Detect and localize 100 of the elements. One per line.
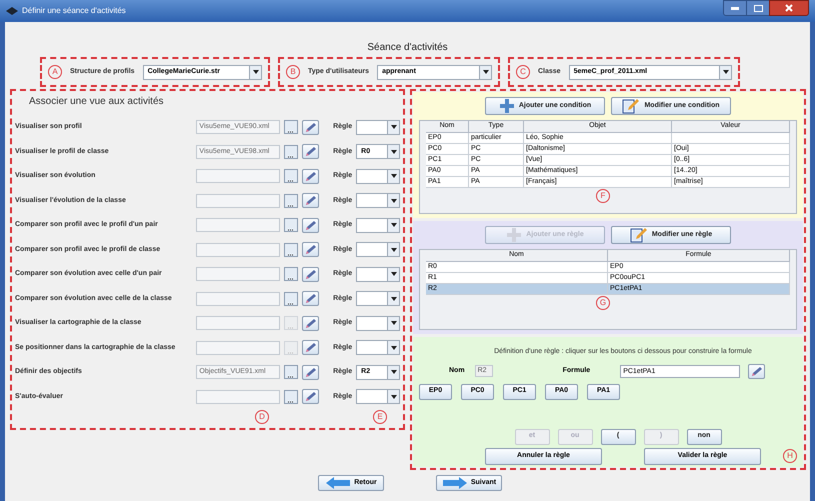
dropdown[interactable] <box>356 389 400 404</box>
edit-button[interactable] <box>748 364 766 378</box>
ellipsis-icon <box>288 376 294 378</box>
right-arrow-icon <box>442 477 468 489</box>
edit-button[interactable] <box>302 168 320 184</box>
plus-icon <box>506 227 522 243</box>
ellipsis-icon <box>288 156 294 158</box>
pencil-icon <box>304 146 318 158</box>
notepad-pencil-icon <box>630 227 648 243</box>
file-field[interactable] <box>196 340 280 355</box>
dropdown-arrow-icon <box>390 296 396 301</box>
file-field[interactable] <box>196 242 280 257</box>
dropdown-arrow-icon <box>390 272 396 276</box>
file-field[interactable] <box>196 390 280 404</box>
dropdown[interactable] <box>356 316 400 331</box>
dropdown-arrow-icon <box>390 223 396 228</box>
ellipsis-icon <box>288 278 294 280</box>
browse-button[interactable] <box>284 218 298 232</box>
edit-button[interactable] <box>302 316 320 331</box>
dropdown[interactable] <box>356 266 400 282</box>
dropdown-arrow-icon <box>390 198 396 203</box>
browse-button[interactable] <box>284 144 298 159</box>
dropdown-arrow-icon <box>390 174 396 178</box>
maximize-button[interactable] <box>747 0 769 16</box>
dropdown-arrow-icon <box>390 321 396 326</box>
close-button[interactable] <box>769 0 809 16</box>
dropdown-arrow-icon <box>482 70 488 74</box>
pencil-icon <box>304 170 318 182</box>
section-marker: D <box>255 410 269 424</box>
dropdown[interactable] <box>356 168 400 184</box>
edit-button[interactable] <box>302 120 320 135</box>
dropdown[interactable] <box>356 218 400 233</box>
pencil-icon <box>304 220 318 231</box>
browse-button[interactable] <box>284 120 298 134</box>
section-marker: G <box>596 296 610 310</box>
pencil-icon <box>304 342 318 354</box>
ellipsis-icon <box>288 327 294 330</box>
close-icon <box>785 4 793 12</box>
pencil-icon <box>750 366 764 376</box>
dropdown[interactable] <box>356 242 400 258</box>
pencil-icon <box>304 122 318 133</box>
left-arrow-icon <box>325 477 352 489</box>
notepad-pencil-icon <box>622 98 640 114</box>
browse-button[interactable] <box>284 365 298 380</box>
browse-button[interactable] <box>284 169 298 184</box>
maximize-icon <box>754 4 762 12</box>
window-title: Définir une séance d'activités <box>22 5 126 17</box>
dropdown[interactable] <box>356 120 400 135</box>
pencil-icon <box>304 391 318 402</box>
section-marker: E <box>373 410 387 424</box>
minimize-icon <box>731 6 739 10</box>
dropdown-arrow-icon <box>390 394 396 399</box>
browse-button[interactable] <box>284 292 298 306</box>
file-field[interactable] <box>196 169 280 184</box>
browse-button[interactable] <box>284 390 298 404</box>
section-marker: H <box>783 449 797 463</box>
file-field[interactable] <box>196 194 280 208</box>
edit-button[interactable] <box>302 144 320 160</box>
file-field[interactable] <box>196 292 280 306</box>
browse-button[interactable] <box>284 242 298 257</box>
dropdown-arrow-icon <box>390 346 396 350</box>
dropdown[interactable] <box>356 291 400 306</box>
ellipsis-icon <box>288 302 294 305</box>
edit-button[interactable] <box>302 340 320 356</box>
file-field[interactable] <box>196 316 280 330</box>
browse-button[interactable] <box>284 267 298 282</box>
section-marker: C <box>516 65 530 79</box>
dropdown[interactable] <box>356 340 400 356</box>
edit-button[interactable] <box>302 193 320 208</box>
browse-button[interactable] <box>284 194 298 208</box>
section-marker: B <box>286 65 300 79</box>
dropdown-arrow-icon <box>390 248 396 252</box>
page-heading: Séance d'activités <box>367 41 448 55</box>
pencil-icon <box>304 318 318 329</box>
file-field[interactable] <box>196 267 280 282</box>
ellipsis-icon <box>288 180 294 182</box>
app-icon <box>6 7 18 15</box>
pencil-icon <box>304 366 318 378</box>
ellipsis-icon <box>288 352 294 354</box>
dropdown-arrow-icon <box>390 370 396 374</box>
edit-button[interactable] <box>302 242 320 258</box>
edit-button[interactable] <box>302 266 320 282</box>
ellipsis-icon <box>288 254 294 256</box>
pencil-icon <box>304 244 318 256</box>
ellipsis-icon <box>288 131 294 134</box>
pencil-icon <box>304 268 318 280</box>
dropdown[interactable] <box>356 193 400 208</box>
minimize-button[interactable] <box>723 0 747 16</box>
edit-button[interactable] <box>302 291 320 306</box>
pencil-icon <box>304 293 318 304</box>
panel-title: Associer une vue aux activités <box>29 95 165 109</box>
pencil-icon <box>304 195 318 206</box>
section-marker: A <box>48 65 62 79</box>
ellipsis-icon <box>288 229 294 232</box>
file-field[interactable] <box>196 218 280 232</box>
edit-button[interactable] <box>302 218 320 233</box>
plus-icon <box>498 98 515 114</box>
dropdown-arrow-icon <box>390 150 396 154</box>
edit-button[interactable] <box>302 364 320 380</box>
edit-button[interactable] <box>302 389 320 404</box>
